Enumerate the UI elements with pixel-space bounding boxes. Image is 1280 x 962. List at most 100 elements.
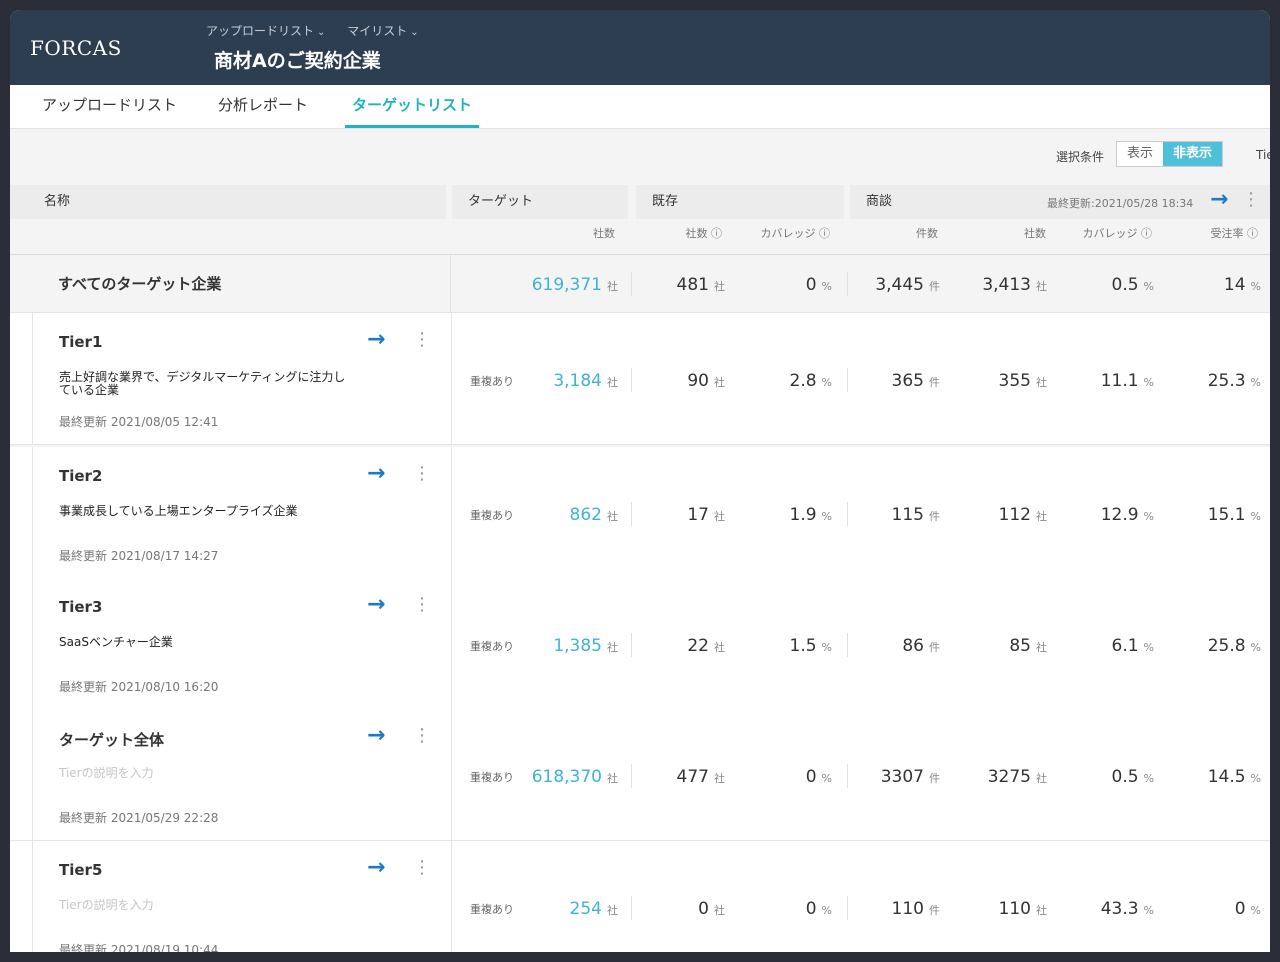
tier-target-count[interactable]: 862 社 [570,505,618,525]
value: 86 [902,636,924,656]
tier-deal-count: 3307 件 [881,767,940,787]
unit: 社 [607,904,618,917]
tier-target-count[interactable]: 254 社 [570,899,618,919]
more-vertical-icon[interactable]: ⋮ [413,463,431,484]
arrow-right-icon[interactable]: → [367,855,385,880]
tab-upload-list[interactable]: アップロードリスト [42,85,177,128]
arrow-right-icon[interactable]: → [1210,187,1228,212]
arrow-right-icon[interactable]: → [367,592,385,617]
unit: 社 [714,641,725,654]
more-vertical-icon[interactable]: ⋮ [413,329,431,350]
unit: % [1143,641,1154,654]
value: 12.9 [1100,505,1139,525]
tier-card[interactable]: Tier5 → ⋮ Tierの説明を入力 最終更新 2021/08/19 10:… [32,841,452,952]
app-frame: FORCAS アップロードリスト ⌄ マイリスト ⌄ 商材Aのご契約企業 アップロー… [10,10,1270,952]
sub-order-rate: 受注率 ⓘ [1170,225,1259,241]
unit: % [821,641,832,654]
tier-target-count[interactable]: 618,370 社 [532,767,618,787]
value: 17 [687,505,709,525]
divider [450,255,451,313]
tier-card[interactable]: Tier3 → ⋮ SaaSベンチャー企業 最終更新 2021/08/10 16… [32,578,452,710]
tier-description[interactable]: Tierの説明を入力 [59,767,349,780]
all-deal-companies: 3,413 社 [982,275,1047,295]
info-icon[interactable]: ⓘ [711,227,722,240]
tier-card[interactable]: Tier2 → ⋮ 事業成長している上場エンタープライズ企業 最終更新 2021… [32,447,452,579]
arrow-right-icon[interactable]: → [367,327,385,352]
sub-label: 社数 [685,227,708,240]
value: 618,370 [531,767,602,787]
info-icon[interactable]: ⓘ [819,227,830,240]
tier-description[interactable]: Tierの説明を入力 [59,899,349,912]
value: 3,184 [553,371,602,391]
tier-existing-count: 90 社 [687,371,725,391]
value: 0 [698,899,709,919]
tier-existing-count: 477 社 [677,767,725,787]
all-existing-count: 481 社 [677,275,725,295]
unit: 社 [1036,510,1047,523]
tier-card[interactable]: ターゲット全体 → ⋮ Tierの説明を入力 最終更新 2021/05/29 2… [32,709,452,841]
arrow-right-icon[interactable]: → [367,461,385,486]
tier-order-rate: 14.5% [1208,767,1261,787]
tier-deal-count: 110 件 [892,899,940,919]
value: 365 [891,371,924,391]
unit: % [1143,510,1154,523]
value: 110 [998,899,1031,919]
main-content: 選択条件 表示 非表示 Tie 名称 ターゲット 既存 商談 最終更新:2021… [10,129,1270,952]
unit: 件 [929,641,940,654]
divider [847,502,848,526]
arrow-right-icon[interactable]: → [367,723,385,748]
value: 1,385 [553,636,602,656]
divider [847,272,848,296]
tier-row[interactable]: ターゲット全体 → ⋮ Tierの説明を入力 最終更新 2021/05/29 2… [10,709,1270,841]
crumb-upload-list[interactable]: アップロードリスト ⌄ [206,22,325,39]
unit: % [821,904,832,917]
more-vertical-icon[interactable]: ⋮ [413,725,431,746]
more-vertical-icon[interactable]: ⋮ [413,857,431,878]
tier-row[interactable]: Tier5 → ⋮ Tierの説明を入力 最終更新 2021/08/19 10:… [10,841,1270,952]
tab-target-list[interactable]: ターゲットリスト [345,85,480,128]
tier-description[interactable]: 売上好調な業界で、デジタルマーケティングに注力している企業 [59,371,349,397]
unit: 社 [1036,641,1047,654]
tier-deal-count: 365 件 [892,371,940,391]
last-updated: 最終更新:2021/05/28 18:34 [1047,197,1194,210]
hide-button[interactable]: 非表示 [1163,142,1223,166]
more-vertical-icon[interactable]: ⋮ [1242,189,1260,210]
duplicate-label: 重複あり [470,640,514,653]
unit: 社 [607,641,618,654]
tier-target-count[interactable]: 3,184 社 [553,371,618,391]
forcas-logo[interactable]: FORCAS [30,36,122,60]
crumb-my-list[interactable]: マイリスト ⌄ [347,22,418,39]
tier-deal-coverage: 12.9% [1101,505,1154,525]
tier-card[interactable]: Tier1 → ⋮ 売上好調な業界で、デジタルマーケティングに注力している企業 … [32,313,452,445]
sub-existing-coverage: カバレッジ ⓘ [730,225,831,241]
value: 0.5 [1111,275,1139,295]
unit: % [1250,510,1261,523]
tier-description[interactable]: SaaSベンチャー企業 [59,636,349,649]
tier-row[interactable]: Tier2 → ⋮ 事業成長している上場エンタープライズ企業 最終更新 2021… [10,447,1270,579]
tier-row[interactable]: Tier1 → ⋮ 売上好調な業界で、デジタルマーケティングに注力している企業 … [10,313,1270,445]
tier-description[interactable]: 事業成長している上場エンタープライズ企業 [59,505,349,518]
sub-label: 受注率 [1210,227,1244,240]
value: 25.3 [1207,371,1246,391]
more-vertical-icon[interactable]: ⋮ [413,594,431,615]
crumb-label: アップロードリスト [206,24,315,38]
show-button[interactable]: 表示 [1117,142,1163,166]
value: 0 [805,767,817,787]
all-deal-count: 3,445 件 [875,275,940,295]
value: 481 [676,275,709,295]
unit: % [1143,904,1154,917]
value: 25.8 [1207,636,1246,656]
unit: 社 [607,376,618,389]
all-target-count[interactable]: 619,371 社 [532,275,618,295]
tier-row[interactable]: Tier3 → ⋮ SaaSベンチャー企業 最終更新 2021/08/10 16… [10,578,1270,710]
divider [847,896,848,920]
duplicate-label: 重複あり [470,509,514,522]
sub-label: カバレッジ [760,227,816,240]
unit: % [1143,280,1154,293]
duplicate-label: 重複あり [470,903,514,916]
info-icon[interactable]: ⓘ [1247,227,1258,240]
tier-target-count[interactable]: 1,385 社 [553,636,618,656]
breadcrumb: アップロードリスト ⌄ マイリスト ⌄ [206,22,437,39]
info-icon[interactable]: ⓘ [1141,227,1152,240]
tab-analysis-report[interactable]: 分析レポート [218,85,308,128]
